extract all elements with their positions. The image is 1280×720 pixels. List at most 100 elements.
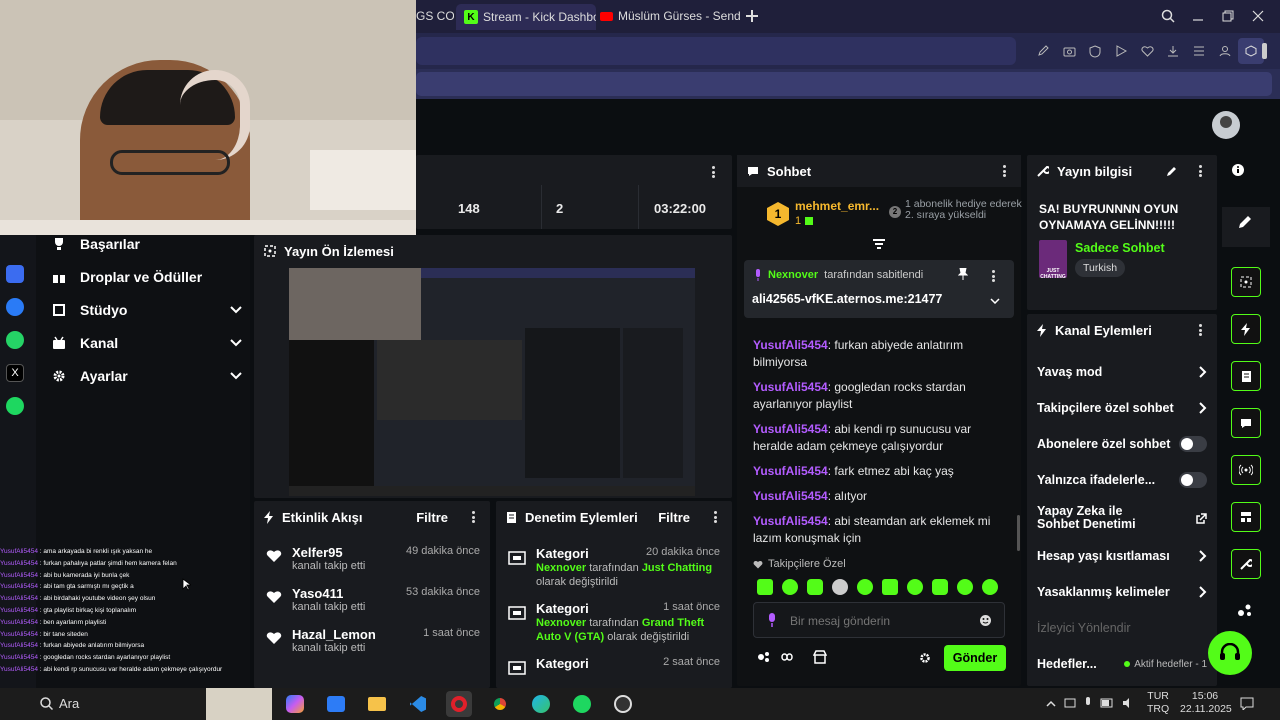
broadcast-button[interactable] (1231, 455, 1261, 485)
tab-kick-dashboard[interactable]: K Stream - Kick Dashboard (456, 4, 596, 30)
pencil-icon[interactable] (1238, 215, 1252, 229)
x-twitter-icon[interactable]: X (6, 364, 24, 382)
chat-input[interactable] (790, 611, 970, 631)
chat-user[interactable]: YusufAli5454 (753, 338, 828, 352)
chat-tool-button[interactable] (1231, 408, 1261, 438)
spotify-taskbar-icon[interactable] (569, 691, 595, 717)
collapse-icon[interactable] (872, 239, 886, 251)
entry-actor[interactable]: Nexnover (536, 617, 586, 629)
notes-button[interactable] (1231, 361, 1261, 391)
event-user[interactable]: Hazal_Lemon (292, 627, 376, 642)
emote-icon[interactable] (832, 579, 848, 595)
emote-icon[interactable] (907, 579, 923, 595)
chat-user[interactable]: YusufAli5454 (753, 464, 828, 478)
entry-actor[interactable]: Nexnover (536, 562, 586, 574)
battery-icon[interactable] (1100, 698, 1114, 708)
app-store-icon[interactable] (6, 265, 24, 283)
emoji-icon[interactable] (979, 614, 992, 627)
language-indicator[interactable]: TUR TRQ (1147, 690, 1169, 716)
pinned-by-user[interactable]: Nexnover (768, 269, 818, 281)
opera-icon[interactable] (446, 691, 472, 717)
event-user[interactable]: Xelfer95 (292, 545, 343, 560)
avatar[interactable] (1212, 111, 1240, 139)
ai-moderation-row[interactable]: Yapay Zeka ile Sohbet Denetimi (1027, 498, 1217, 538)
category-link[interactable]: Sadece Sohbet (1075, 241, 1165, 255)
download-icon[interactable] (1160, 38, 1186, 64)
mic-icon[interactable] (768, 613, 776, 627)
emote-icon[interactable] (782, 579, 798, 595)
account-age-row[interactable]: Hesap yaşı kısıtlaması (1027, 538, 1217, 574)
shield-icon[interactable] (1082, 38, 1108, 64)
minimize-button[interactable] (1185, 3, 1211, 29)
slow-mode-row[interactable]: Yavaş mod (1027, 354, 1217, 390)
search-tabs-button[interactable] (1155, 3, 1181, 29)
taskbar-widget-image[interactable] (206, 688, 272, 720)
moderation-filter-button[interactable]: Filtre (658, 510, 690, 525)
chevron-down-icon[interactable] (990, 298, 1000, 304)
edit-icon[interactable] (1030, 38, 1056, 64)
sidebar-item-channel[interactable]: Kanal (52, 326, 242, 359)
chat-user[interactable]: YusufAli5454 (753, 380, 828, 394)
channel-actions-menu-icon[interactable] (1193, 323, 1207, 337)
new-tab-button[interactable] (739, 3, 765, 29)
pin-icon[interactable] (958, 268, 968, 280)
notification-icon[interactable] (1240, 697, 1254, 710)
tray-app-icon[interactable] (1064, 697, 1076, 709)
emote-icon[interactable] (807, 579, 823, 595)
heart-icon[interactable] (1134, 38, 1160, 64)
edit-pencil-icon[interactable] (1166, 166, 1177, 177)
emote-icon[interactable] (882, 579, 898, 595)
taskbar-search[interactable]: Ara (40, 696, 79, 711)
overlay-tool-button[interactable] (1231, 267, 1261, 297)
volume-icon[interactable] (1122, 698, 1134, 708)
activity-filter-button[interactable]: Filtre (416, 510, 448, 525)
chat-user[interactable]: YusufAli5454 (753, 489, 828, 503)
emote-icon[interactable] (757, 579, 773, 595)
sidebar-item-drops[interactable]: Droplar ve Ödüller (52, 260, 242, 293)
followers-only-row[interactable]: Takipçilere özel sohbet (1027, 390, 1217, 426)
emote-icon[interactable] (982, 579, 998, 595)
tab-gs[interactable]: GS COG (416, 6, 454, 26)
microphone-icon[interactable] (1084, 697, 1092, 709)
info-icon[interactable] (1231, 163, 1245, 177)
layout-button[interactable] (1231, 502, 1261, 532)
goals-row[interactable]: Hedefler... Aktif hedefler - 1 (1027, 646, 1217, 682)
whatsapp-icon[interactable] (6, 331, 24, 349)
support-headset-button[interactable] (1208, 631, 1252, 675)
spotify-icon[interactable] (6, 397, 24, 415)
emote-icon[interactable] (857, 579, 873, 595)
url-field[interactable] (416, 37, 1016, 65)
close-window-button[interactable] (1245, 3, 1271, 29)
tab-youtube[interactable]: Müslüm Gürses - Senden Vaz (600, 6, 740, 26)
store-icon[interactable] (813, 650, 827, 664)
sidebar-item-settings[interactable]: Ayarlar (52, 359, 242, 392)
pinned-menu-icon[interactable] (986, 269, 1000, 283)
points-button[interactable] (757, 651, 796, 663)
banned-words-row[interactable]: Yasaklanmış kelimeler (1027, 574, 1217, 610)
copilot-icon[interactable] (282, 691, 308, 717)
gifter-name[interactable]: mehmet_emr... (795, 199, 879, 213)
emote-icon[interactable] (957, 579, 973, 595)
category-thumbnail[interactable]: JUST CHATTING (1039, 240, 1067, 278)
profile-icon[interactable] (1212, 38, 1238, 64)
stats-menu-button[interactable] (706, 165, 720, 179)
maximize-button[interactable] (1215, 3, 1241, 29)
stream-preview-video[interactable] (289, 268, 695, 496)
ms-store-icon[interactable] (323, 691, 349, 717)
chat-menu-icon[interactable] (997, 164, 1011, 178)
extension-cube-icon[interactable] (1238, 38, 1264, 64)
sparkle-icon[interactable] (1237, 603, 1253, 617)
event-user[interactable]: Yaso411 (292, 586, 343, 601)
file-explorer-icon[interactable] (364, 691, 390, 717)
chat-user[interactable]: YusufAli5454 (753, 514, 828, 528)
chrome-icon[interactable] (487, 691, 513, 717)
chat-user[interactable]: YusufAli5454 (753, 422, 828, 436)
subscribers-only-toggle[interactable] (1179, 436, 1207, 452)
sidebar-item-studio[interactable]: Stüdyo (52, 293, 242, 326)
tools-button[interactable] (1231, 549, 1261, 579)
camera-icon[interactable] (1056, 38, 1082, 64)
chevron-up-icon[interactable] (1046, 700, 1056, 707)
moderation-menu-icon[interactable] (708, 510, 722, 524)
obs-icon[interactable] (610, 691, 636, 717)
menu-icon[interactable] (1186, 38, 1212, 64)
